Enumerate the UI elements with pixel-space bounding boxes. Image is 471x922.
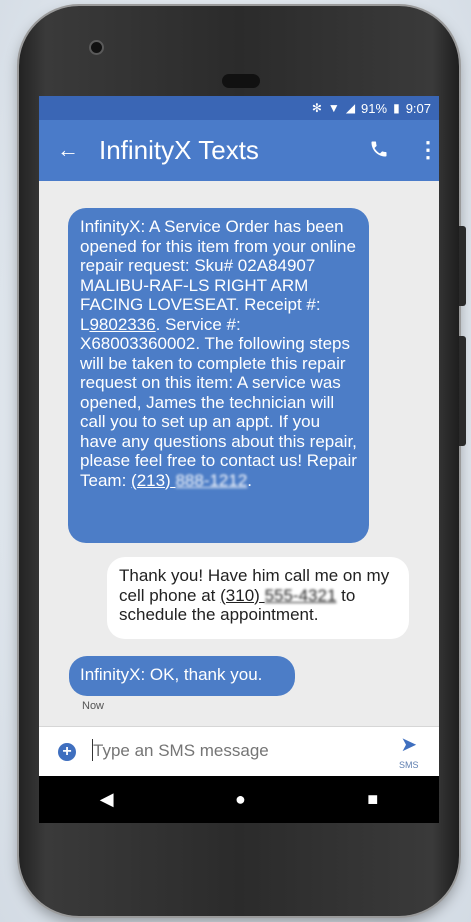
send-button[interactable]: ➤ SMS	[399, 735, 419, 773]
phone-frame: ✻ ▼ ◢ 91% ▮ 9:07 ← InfinityX Texts ⋮ Inf…	[19, 6, 466, 916]
message-timestamp: Now	[82, 700, 105, 712]
add-attachment-icon[interactable]: +	[58, 743, 76, 761]
wifi-icon: ▼	[327, 101, 340, 115]
power-button	[459, 226, 466, 306]
screen: ✻ ▼ ◢ 91% ▮ 9:07 ← InfinityX Texts ⋮ Inf…	[39, 96, 439, 823]
signal-icon: ◢	[345, 101, 356, 115]
message-text: InfinityX: OK, thank you.	[80, 665, 263, 684]
volume-button	[459, 336, 466, 446]
compose-bar: + ➤ SMS	[39, 726, 439, 777]
message-text: .	[247, 470, 253, 490]
send-label: SMS	[399, 760, 419, 770]
nav-back-icon[interactable]: ◀	[100, 789, 114, 810]
back-arrow-icon[interactable]: ←	[57, 137, 79, 163]
earpiece-speaker	[222, 74, 260, 88]
phone-link[interactable]: (213) 888-1212	[131, 471, 247, 490]
phone-number-redacted: 888-1212	[175, 470, 248, 490]
navigation-bar: ◀ ● ■	[39, 776, 439, 823]
message-bubble-outgoing: Thank you! Have him call me on my cell p…	[107, 557, 409, 639]
sms-input[interactable]	[93, 741, 373, 761]
receipt-link[interactable]: 9802336	[89, 315, 155, 334]
phone-link[interactable]: (310) 555-4321	[220, 586, 336, 605]
message-bubble-incoming: InfinityX: OK, thank you.	[69, 656, 295, 696]
phone-number-redacted: 555-4321	[264, 585, 337, 605]
battery-percent: 91%	[361, 100, 388, 116]
battery-icon: ▮	[393, 101, 400, 115]
more-options-icon[interactable]: ⋮	[417, 137, 439, 163]
clock: 9:07	[405, 100, 431, 116]
phone-area-code: (310)	[220, 585, 260, 605]
send-icon: ➤	[400, 734, 418, 756]
nav-recents-icon[interactable]: ■	[367, 789, 378, 810]
conversation-title: InfinityX Texts	[99, 135, 259, 165]
front-camera	[89, 40, 104, 55]
message-text: . Service #: X68003360002. The following…	[80, 314, 357, 490]
app-bar: ← InfinityX Texts ⋮	[39, 120, 439, 181]
status-bar: ✻ ▼ ◢ 91% ▮ 9:07	[39, 96, 439, 120]
message-bubble-incoming: InfinityX: A Service Order has been open…	[68, 208, 369, 543]
bluetooth-icon: ✻	[311, 101, 322, 115]
phone-area-code: (213)	[131, 470, 171, 490]
nav-home-icon[interactable]: ●	[235, 789, 246, 810]
phone-call-icon[interactable]	[369, 139, 389, 164]
